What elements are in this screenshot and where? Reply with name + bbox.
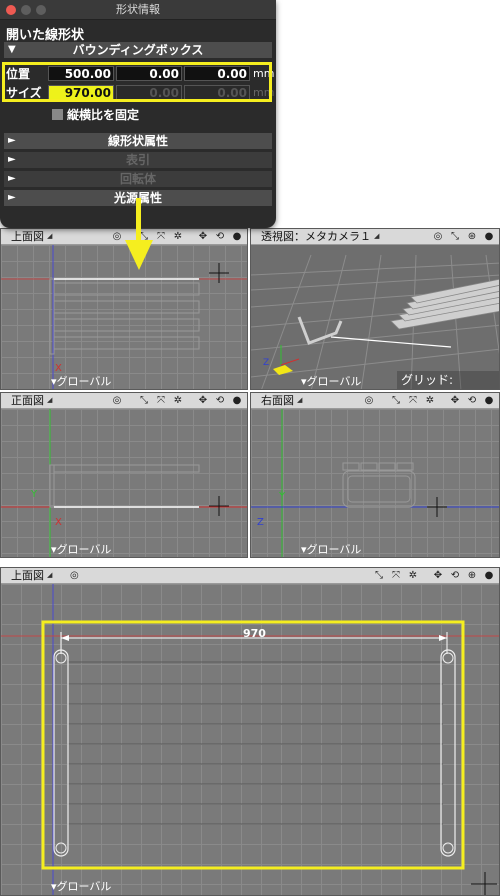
grid-size-label: グリッド: 250mm [397,371,499,389]
close-button[interactable] [6,5,16,15]
lock-ratio-checkbox[interactable]: 縦横比を固定 [52,106,139,123]
rotate-icon[interactable]: ⟲ [214,231,226,243]
move-icon[interactable]: ✥ [197,395,209,407]
move-icon[interactable]: ✥ [432,570,444,582]
zoom-select-icon[interactable]: ⤧ [407,395,419,407]
zoom-fit-icon[interactable]: ⤡ [138,395,150,407]
global-label[interactable]: ▾グローバル [51,373,111,389]
rotate-icon[interactable]: ⟲ [466,395,478,407]
svg-text:X: X [55,517,62,528]
viewport-title: 右面図 [261,394,294,407]
shading-icon[interactable]: ● [231,231,243,243]
bbox-section-header[interactable]: ▼ バウンディングボックス [4,42,272,58]
minimize-button[interactable] [21,5,31,15]
zoom-fit-icon[interactable]: ⤡ [449,231,461,243]
viewport-header: 正面図 ◢ ◎ ⤡ ⤧ ✲ ✥ ⟲ ● [1,393,247,409]
viewport-header: 透視図：メタカメラ１ ◢ ◎ ⤡ ⊛ ● [251,229,499,245]
dimension-label: 970 [243,627,266,640]
move-icon[interactable]: ✥ [197,231,209,243]
viewport-top-large[interactable]: 上面図 ◢ ◎ ⤡ ⤧ ✲ ✥ ⟲ ⊕ ● 970 ▾グローバル [0,567,500,896]
expand-right-icon: ► [8,154,16,165]
panel-title: 形状情報 [116,3,160,16]
shading-icon[interactable]: ● [483,395,495,407]
section-line-attrs-label: 線形状属性 [107,134,168,148]
rotate-icon[interactable]: ⟲ [449,570,461,582]
zoom-select-icon[interactable]: ⤧ [155,395,167,407]
target-icon[interactable]: ◎ [68,570,80,582]
viewport-canvas[interactable]: Z ▾グローバル グリッド: 250mm [251,245,499,389]
viewport-perspective[interactable]: 透視図：メタカメラ１ ◢ ◎ ⤡ ⊛ ● Z ▾グローバル グリッド: [250,228,500,390]
global-label[interactable]: ▾グローバル [301,373,361,389]
viewport-front[interactable]: 正面図 ◢ ◎ ⤡ ⤧ ✲ ✥ ⟲ ● Y X ▾グローバル [0,392,248,558]
svg-text:Y: Y [278,491,286,502]
shading-icon[interactable]: ● [483,231,495,243]
expand-right-icon: ► [8,173,16,184]
checkbox-box [52,109,63,120]
zoom-fit-icon[interactable]: ⤡ [390,395,402,407]
section-extrude[interactable]: ► 表引 [4,152,272,168]
global-label[interactable]: ▾グローバル [301,541,361,557]
bbox-section-label: バウンディングボックス [72,43,204,57]
panel-highlight-box [2,62,272,102]
viewport-header: 上面図 ◢ ◎ ⤡ ⤧ ✲ ✥ ⟲ ⊕ ● [1,568,499,584]
target-icon[interactable]: ◎ [363,395,375,407]
orbit-icon[interactable]: ⊛ [466,231,478,243]
expand-down-icon: ▼ [8,44,16,55]
viewport-header: 右面図 ◢ ◎ ⤡ ⤧ ✲ ✥ ⟲ ● [251,393,499,409]
section-line-attrs[interactable]: ► 線形状属性 [4,133,272,149]
section-revolve[interactable]: ► 回転体 [4,171,272,187]
viewport-canvas[interactable]: Y X ▾グローバル [1,409,247,557]
svg-text:Y: Y [30,489,38,500]
global-label[interactable]: ▾グローバル [51,541,111,557]
gear-icon[interactable]: ✲ [172,395,184,407]
global-label[interactable]: ▾グローバル [51,878,111,894]
viewport-title: 正面図 [11,394,44,407]
shading-icon[interactable]: ● [231,395,243,407]
viewport-title: 上面図 [11,230,44,243]
viewport-right[interactable]: 右面図 ◢ ◎ ⤡ ⤧ ✲ ✥ ⟲ ● Y Z ▾グローバル [250,392,500,558]
svg-text:Z: Z [257,517,264,528]
zoom-fit-icon[interactable]: ⤡ [373,570,385,582]
target-icon[interactable]: ◎ [432,231,444,243]
zoom-icon[interactable]: ⊕ [466,570,478,582]
zoom-button[interactable] [36,5,46,15]
gear-icon[interactable]: ✲ [172,231,184,243]
shape-info-panel: 形状情報 開いた線形状 ▼ バウンディングボックス 位置 500.00 0.00… [0,0,276,228]
section-extrude-label: 表引 [125,153,150,167]
target-icon[interactable]: ◎ [111,395,123,407]
shape-name: 開いた線形状 [6,28,85,43]
shading-icon[interactable]: ● [483,570,495,582]
viewport-title: 上面図 [11,569,44,582]
expand-right-icon: ► [8,192,16,203]
move-icon[interactable]: ✥ [449,395,461,407]
zoom-select-icon[interactable]: ⤧ [155,231,167,243]
gear-icon[interactable]: ✲ [407,570,419,582]
lock-ratio-label: 縦横比を固定 [67,108,140,122]
rotate-icon[interactable]: ⟲ [214,395,226,407]
viewport-canvas[interactable]: 970 ▾グローバル [1,584,499,895]
expand-right-icon: ► [8,135,16,146]
panel-titlebar: 形状情報 [0,0,276,20]
viewport-canvas[interactable]: Y Z ▾グローバル [251,409,499,557]
section-revolve-label: 回転体 [119,172,156,186]
gear-icon[interactable]: ✲ [424,395,436,407]
svg-text:Z: Z [263,358,269,368]
zoom-select-icon[interactable]: ⤧ [390,570,402,582]
viewport-title: 透視図：メタカメラ１ [261,230,371,243]
